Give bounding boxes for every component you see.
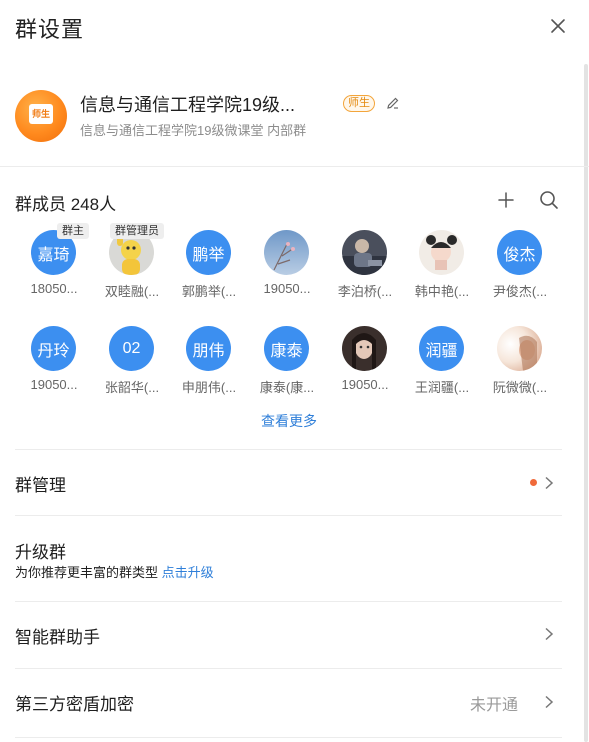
member-avatar: 02 (109, 326, 154, 371)
member-name: 韩中艳(... (414, 284, 470, 299)
member-name: 19050... (30, 377, 78, 392)
group-manage-label: 群管理 (15, 476, 66, 495)
member-avatar: 鹏举 (186, 230, 231, 275)
search-icon[interactable] (538, 189, 560, 211)
chevron-right-icon (543, 476, 555, 490)
member-item[interactable]: 阮微微(... (486, 326, 554, 396)
member-name: 李泊桥(... (337, 284, 393, 299)
member-item[interactable]: 朋伟 申朋伟(... (175, 326, 243, 396)
member-name: 尹俊杰(... (492, 284, 548, 299)
member-name: 王润疆(... (414, 380, 470, 395)
member-avatar: 俊杰 (497, 230, 542, 275)
member-avatar: 康泰 (264, 326, 309, 371)
group-subtitle: 信息与通信工程学院19级微课堂 内部群 (80, 123, 307, 138)
member-item[interactable]: 丹玲 19050... (20, 326, 88, 396)
member-item[interactable]: 02 张韶华(... (98, 326, 166, 396)
member-name: 郭鹏举(... (181, 284, 237, 299)
member-name: 康泰(康... (259, 380, 315, 395)
member-avatar: 丹玲 (31, 326, 76, 371)
upgrade-desc-text: 为你推荐更丰富的群类型 (15, 565, 159, 580)
member-avatar-photo (497, 326, 542, 371)
notification-dot (530, 479, 537, 486)
divider (0, 166, 589, 167)
book-icon: 师生 (29, 104, 53, 124)
edit-icon[interactable] (385, 95, 401, 111)
smart-assistant-label: 智能群助手 (15, 628, 100, 647)
member-name: 18050... (30, 281, 78, 296)
chevron-right-icon (543, 695, 555, 709)
member-avatar-photo (342, 230, 387, 275)
member-name: 19050... (263, 281, 311, 296)
upgrade-group-desc: 为你推荐更丰富的群类型 点击升级 (15, 562, 214, 581)
upgrade-link[interactable]: 点击升级 (162, 565, 214, 580)
owner-badge: 群主 (57, 223, 89, 239)
member-name: 申朋伟(... (181, 380, 237, 395)
group-type-tag: 师生 (343, 95, 375, 112)
group-info: 师生 信息与通信工程学院19级... 师生 信息与通信工程学院19级微课堂 内部… (0, 80, 570, 160)
smart-assistant-row[interactable]: 智能群助手 (0, 602, 570, 668)
view-more-link[interactable]: 查看更多 (0, 411, 578, 431)
member-avatar-photo (419, 230, 464, 275)
members-title: 群成员 248人 (15, 195, 117, 214)
member-avatar: 朋伟 (186, 326, 231, 371)
page-title: 群设置 (15, 17, 85, 42)
add-member-icon[interactable] (496, 190, 516, 210)
dialog-header: 群设置 (0, 0, 589, 56)
group-manage-row[interactable]: 群管理 (0, 450, 570, 515)
upgrade-group-row: 升级群 为你推荐更丰富的群类型 点击升级 (0, 516, 570, 601)
divider (15, 737, 562, 738)
member-name: 张韶华(... (104, 380, 160, 395)
member-avatar-photo (342, 326, 387, 371)
member-item[interactable]: 康泰 康泰(康... (253, 326, 321, 396)
encryption-status: 未开通 (470, 697, 519, 714)
member-item[interactable]: 鹏举 郭鹏举(... (175, 230, 243, 300)
admin-badge: 群管理员 (110, 223, 164, 239)
close-icon[interactable] (546, 14, 570, 38)
member-item[interactable]: 韩中艳(... (408, 230, 476, 300)
group-name: 信息与通信工程学院19级... (80, 95, 296, 115)
member-item[interactable]: 19050... (331, 326, 399, 396)
member-item[interactable]: 润疆 王润疆(... (408, 326, 476, 396)
member-avatar: 润疆 (419, 326, 464, 371)
encryption-row[interactable]: 第三方密盾加密 未开通 (0, 669, 570, 735)
member-name: 双睦融(... (104, 284, 160, 299)
member-item[interactable]: 俊杰 尹俊杰(... (486, 230, 554, 300)
member-item[interactable]: 群主 嘉琦 18050... (20, 223, 89, 300)
member-item[interactable]: 李泊桥(... (331, 230, 399, 300)
upgrade-group-label: 升级群 (15, 543, 66, 562)
group-avatar[interactable]: 师生 (15, 90, 67, 142)
group-avatar-text: 师生 (31, 109, 50, 119)
member-name: 阮微微(... (492, 380, 548, 395)
member-avatar-photo (264, 230, 309, 275)
chevron-right-icon (543, 627, 555, 641)
encryption-label: 第三方密盾加密 (15, 695, 134, 714)
member-item[interactable]: 19050... (253, 230, 321, 300)
member-item[interactable]: 群管理员 双睦融(... (98, 223, 166, 300)
member-name: 19050... (341, 377, 389, 392)
